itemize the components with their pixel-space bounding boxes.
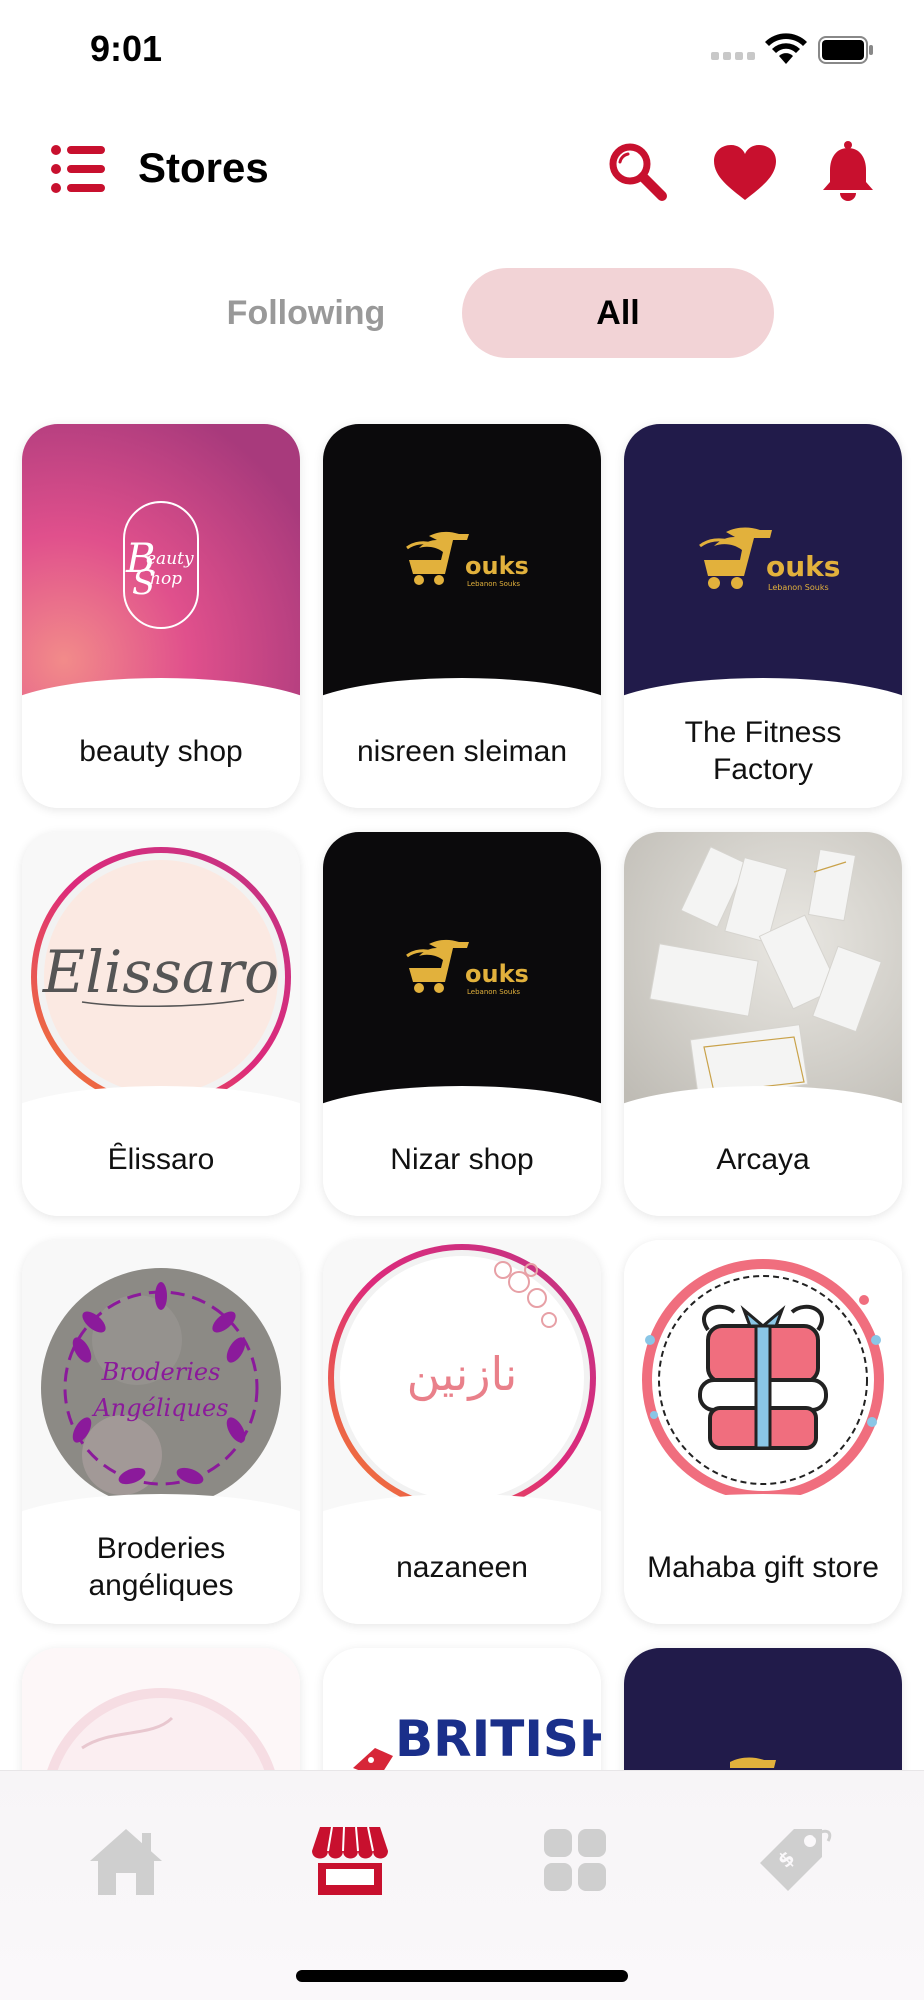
svg-text:ouks: ouks — [465, 960, 529, 988]
svg-text:Lebanon Souks: Lebanon Souks — [467, 988, 520, 996]
tab-all[interactable]: All — [462, 268, 774, 358]
store-logo: Elissaro — [22, 832, 300, 1110]
heart-icon[interactable] — [712, 144, 778, 202]
store-name: Nizar shop — [390, 1142, 534, 1176]
bell-icon[interactable] — [820, 140, 876, 202]
segmented-tabs: Following All — [0, 268, 924, 358]
svg-text:Angéliques: Angéliques — [91, 1394, 228, 1422]
store-name: Ȇlissaro — [107, 1142, 215, 1176]
status-time: 9:01 — [90, 28, 163, 69]
store-logo: ouks Lebanon Souks — [323, 424, 601, 702]
tab-following[interactable]: Following — [150, 268, 462, 358]
svg-text:Broderies: Broderies — [101, 1358, 221, 1386]
grid-icon[interactable] — [534, 1823, 614, 1899]
search-icon[interactable] — [606, 140, 668, 202]
store-card-elissaro[interactable]: Elissaro Ȇlissaro — [22, 832, 300, 1216]
page-title: Stores — [138, 144, 269, 191]
store-card-nazaneen[interactable]: نازنين nazaneen — [323, 1240, 601, 1624]
store-logo — [624, 1240, 902, 1518]
bottom-navigation: $ — [0, 1770, 924, 2000]
home-icon[interactable] — [86, 1823, 166, 1899]
store-card-broderies-angeliques[interactable]: Broderies Angéliques Broderies angélique… — [22, 1240, 300, 1624]
battery-icon — [818, 36, 873, 64]
home-indicator — [296, 1970, 628, 1982]
store-logo: Broderies Angéliques — [22, 1240, 300, 1518]
svg-text:ouks: ouks — [766, 550, 840, 583]
svg-text:hop: hop — [150, 569, 182, 589]
store-logo: ouks Lebanon Souks — [323, 832, 601, 1110]
cellular-signal-icon — [711, 52, 755, 60]
store-name: Arcaya — [716, 1142, 810, 1176]
svg-text:ouks: ouks — [465, 552, 529, 580]
svg-text:Lebanon Souks: Lebanon Souks — [768, 583, 829, 592]
tag-icon[interactable]: $ — [756, 1823, 836, 1899]
svg-text:Elissaro: Elissaro — [42, 938, 279, 1006]
store-card-the-fitness-factory[interactable]: ouks Lebanon Souks The Fitness Factory — [624, 424, 902, 808]
svg-text:Lebanon Souks: Lebanon Souks — [467, 580, 520, 588]
store-name: beauty shop — [79, 734, 243, 768]
store-name: Broderies angéliques — [88, 1532, 234, 1602]
store-icon[interactable] — [310, 1823, 390, 1899]
store-card-beauty-shop[interactable]: B eauty S hop beauty shop — [22, 424, 300, 808]
status-bar: 9:01 — [0, 0, 924, 100]
store-card-nizar-shop[interactable]: ouks Lebanon Souks Nizar shop — [323, 832, 601, 1216]
store-logo: ouks Lebanon Souks — [624, 424, 902, 702]
store-logo: B eauty S hop — [22, 424, 300, 702]
store-name: The Fitness Factory — [684, 716, 842, 786]
store-name: nazaneen — [396, 1550, 528, 1584]
wifi-icon — [765, 33, 807, 64]
store-name: nisreen sleiman — [356, 734, 568, 768]
store-logo: نازنين — [323, 1240, 601, 1518]
store-name: Mahaba gift store — [647, 1550, 879, 1584]
store-card-nisreen-sleiman[interactable]: ouks Lebanon Souks nisreen sleiman — [323, 424, 601, 808]
menu-list-icon[interactable] — [50, 142, 106, 196]
store-card-mahaba-gift-store[interactable]: Mahaba gift store — [624, 1240, 902, 1624]
store-logo — [624, 832, 902, 1110]
store-card-arcaya[interactable]: Arcaya — [624, 832, 902, 1216]
app-header: Stores — [0, 130, 924, 220]
svg-text:BRITISH: BRITISH — [395, 1710, 601, 1768]
svg-text:نازنين: نازنين — [407, 1347, 518, 1402]
